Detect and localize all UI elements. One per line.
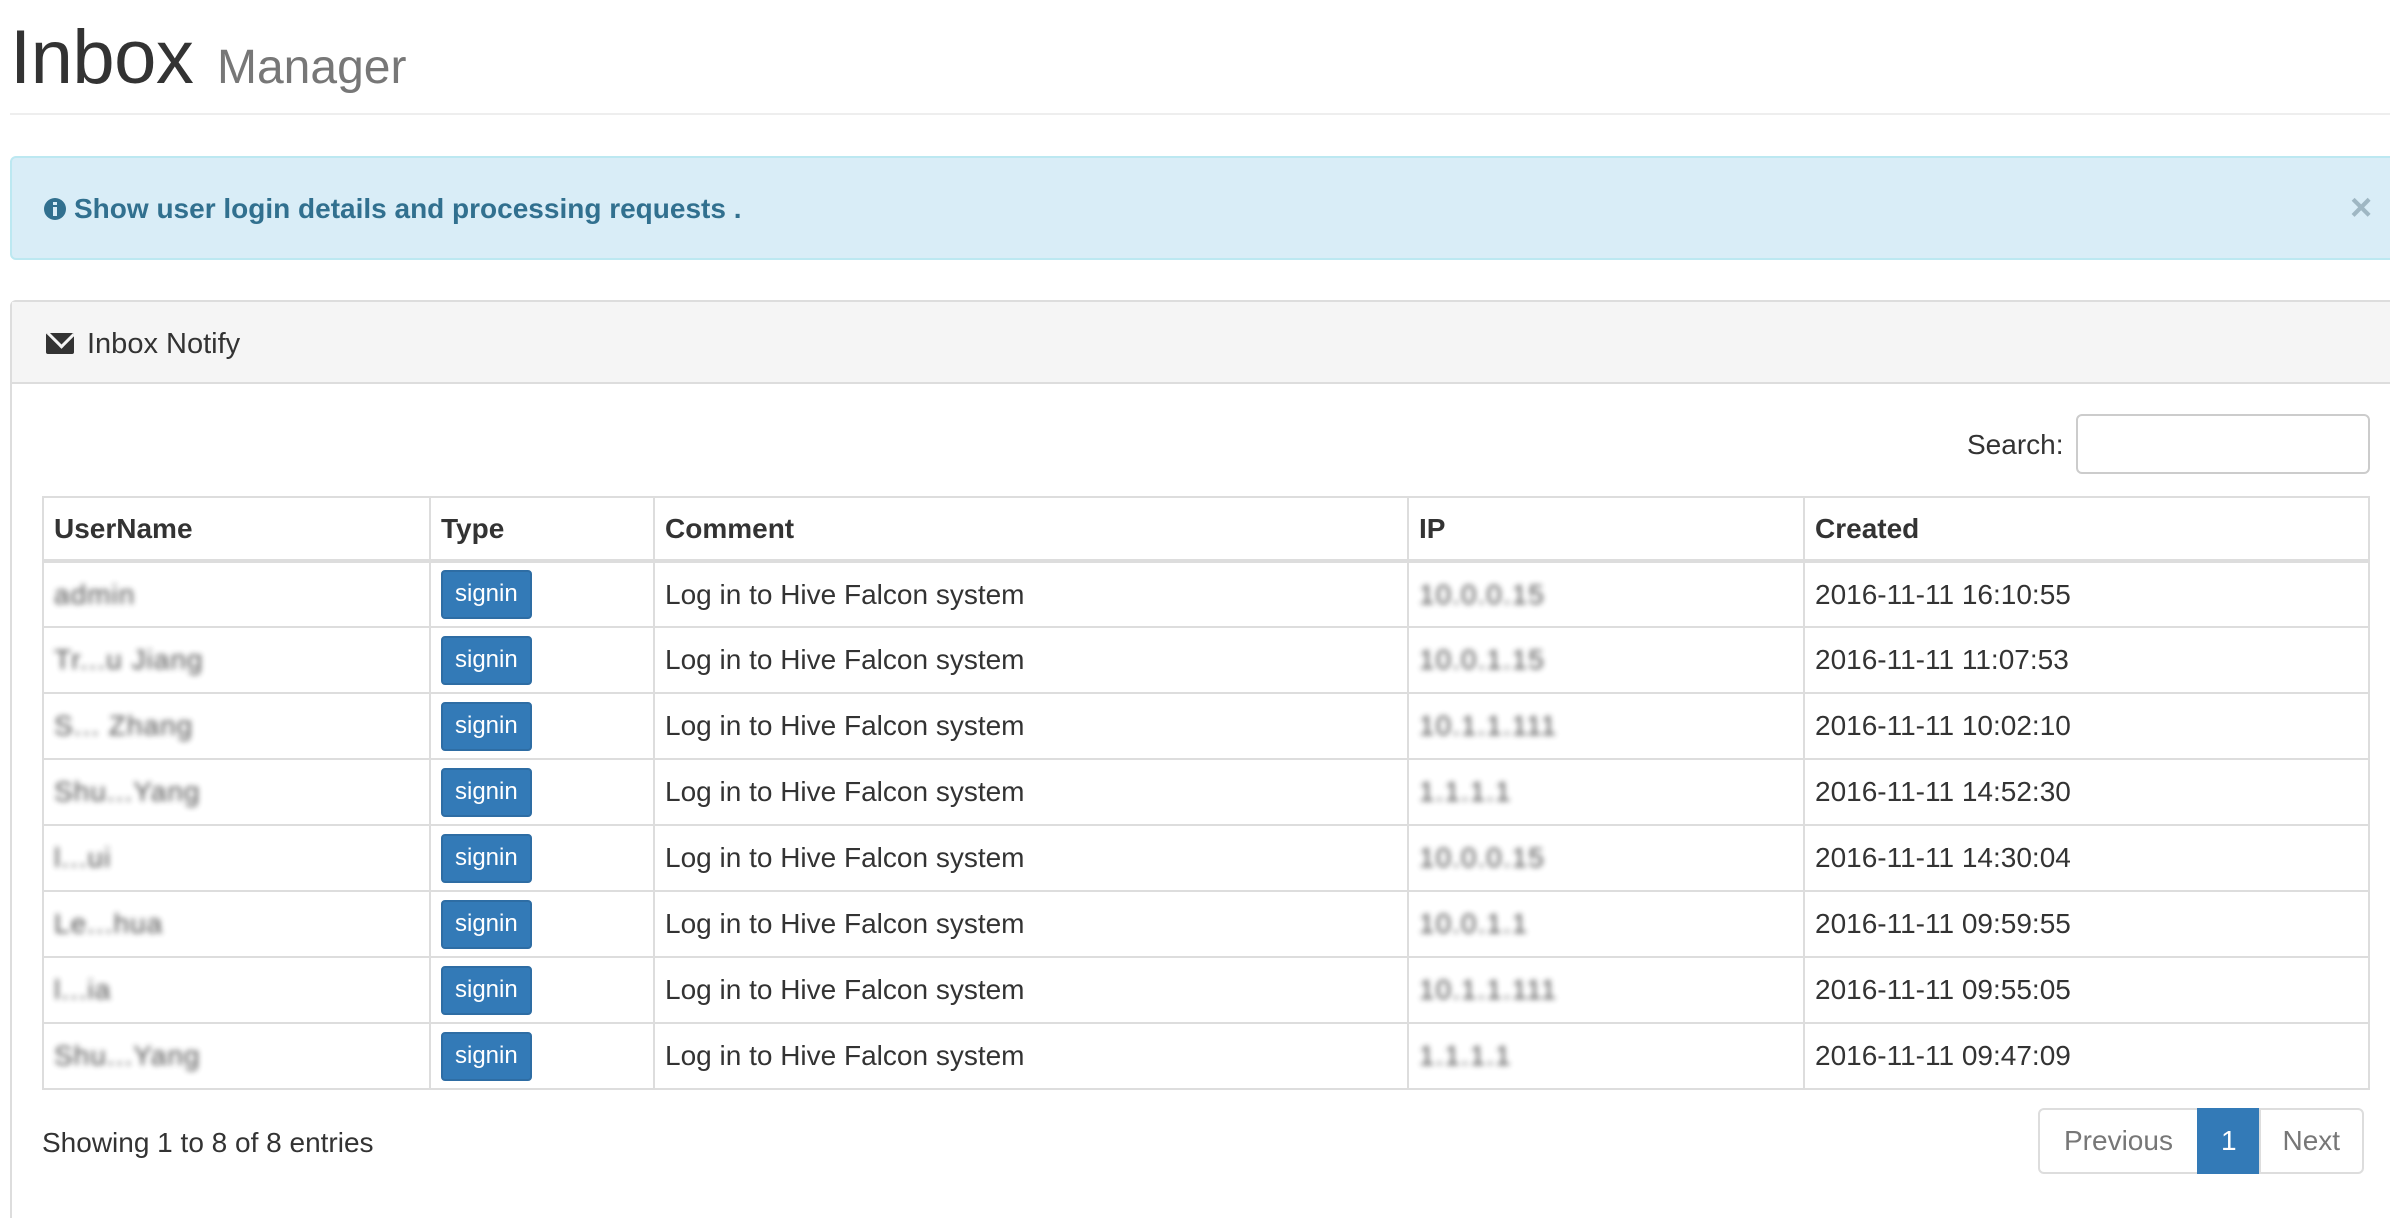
ip-value: 10.1.1.111 bbox=[1419, 710, 1558, 741]
cell-comment: Log in to Hive Falcon system bbox=[653, 692, 1409, 760]
cell-comment: Log in to Hive Falcon system bbox=[653, 824, 1409, 892]
cell-type: signin bbox=[429, 626, 655, 694]
next-page-button[interactable]: Next bbox=[2258, 1108, 2365, 1174]
page-header: Inbox Manager bbox=[10, 0, 2390, 115]
cell-created: 2016-11-11 10:02:10 bbox=[1803, 692, 2370, 760]
username-value: S... Zhang bbox=[54, 710, 194, 741]
cell-username: Shu...Yang bbox=[42, 1022, 431, 1090]
cell-ip: 10.0.1.1 bbox=[1407, 890, 1805, 958]
table-row: Shu...Yang signin Log in to Hive Falcon … bbox=[42, 1022, 2370, 1090]
type-badge: signin bbox=[441, 833, 532, 883]
column-header-username[interactable]: UserName bbox=[42, 496, 431, 563]
cell-ip: 10.0.1.15 bbox=[1407, 626, 1805, 694]
cell-ip: 10.1.1.111 bbox=[1407, 956, 1805, 1024]
cell-comment: Log in to Hive Falcon system bbox=[653, 890, 1409, 958]
table-row: Tr...u Jiang signin Log in to Hive Falco… bbox=[42, 626, 2370, 694]
table-info: Showing 1 to 8 of 8 entries bbox=[42, 1127, 374, 1158]
cell-username: l...ui bbox=[42, 824, 431, 892]
username-value: Le...hua bbox=[54, 908, 164, 939]
cell-created: 2016-11-11 14:52:30 bbox=[1803, 758, 2370, 826]
envelope-icon bbox=[46, 333, 74, 354]
cell-created: 2016-11-11 14:30:04 bbox=[1803, 824, 2370, 892]
table-row: Le...hua signin Log in to Hive Falcon sy… bbox=[42, 890, 2370, 958]
cell-comment: Log in to Hive Falcon system bbox=[653, 956, 1409, 1024]
cell-username: l...ia bbox=[42, 956, 431, 1024]
table-row: S... Zhang signin Log in to Hive Falcon … bbox=[42, 692, 2370, 760]
search-input[interactable] bbox=[2076, 414, 2370, 474]
type-badge: signin bbox=[441, 767, 532, 817]
column-header-created[interactable]: Created bbox=[1803, 496, 2370, 563]
cell-username: Shu...Yang bbox=[42, 758, 431, 826]
cell-comment: Log in to Hive Falcon system bbox=[653, 560, 1409, 628]
cell-comment: Log in to Hive Falcon system bbox=[653, 626, 1409, 694]
column-header-ip[interactable]: IP bbox=[1407, 496, 1805, 563]
page-title: Inbox bbox=[10, 15, 194, 100]
type-badge: signin bbox=[441, 1031, 532, 1081]
cell-created: 2016-11-11 09:59:55 bbox=[1803, 890, 2370, 958]
info-circle-icon bbox=[44, 198, 66, 220]
inbox-table: UserName Type Comment IP Created admin s… bbox=[42, 496, 2370, 1090]
cell-created: 2016-11-11 11:07:53 bbox=[1803, 626, 2370, 694]
cell-ip: 10.1.1.111 bbox=[1407, 692, 1805, 760]
username-value: l...ui bbox=[54, 842, 112, 873]
table-row: Shu...Yang signin Log in to Hive Falcon … bbox=[42, 758, 2370, 826]
panel-heading: Inbox Notify bbox=[12, 302, 2390, 384]
alert-message: Show user login details and processing r… bbox=[74, 193, 742, 224]
username-value: Shu...Yang bbox=[54, 776, 201, 807]
type-badge: signin bbox=[441, 965, 532, 1015]
page: Inbox Manager Show user login details an… bbox=[0, 0, 2390, 1218]
previous-page-button[interactable]: Previous bbox=[2038, 1108, 2199, 1174]
cell-created: 2016-11-11 09:55:05 bbox=[1803, 956, 2370, 1024]
cell-type: signin bbox=[429, 1022, 655, 1090]
cell-type: signin bbox=[429, 956, 655, 1024]
ip-value: 10.1.1.111 bbox=[1419, 974, 1558, 1005]
cell-type: signin bbox=[429, 824, 655, 892]
table-row: l...ui signin Log in to Hive Falcon syst… bbox=[42, 824, 2370, 892]
cell-username: admin bbox=[42, 560, 431, 628]
table-header-row: UserName Type Comment IP Created bbox=[42, 496, 2370, 563]
panel-title: Inbox Notify bbox=[87, 328, 241, 360]
column-header-type[interactable]: Type bbox=[429, 496, 655, 563]
info-alert: Show user login details and processing r… bbox=[10, 156, 2390, 260]
inbox-panel: Inbox Notify Search: UserName Type Comme… bbox=[10, 300, 2390, 1218]
ip-value: 1.1.1.1 bbox=[1419, 776, 1512, 807]
ip-value: 10.0.0.15 bbox=[1419, 578, 1545, 610]
cell-username: Tr...u Jiang bbox=[42, 626, 431, 694]
cell-ip: 10.0.0.15 bbox=[1407, 824, 1805, 892]
cell-created: 2016-11-11 16:10:55 bbox=[1803, 560, 2370, 628]
cell-created: 2016-11-11 09:47:09 bbox=[1803, 1022, 2370, 1090]
username-value: admin bbox=[54, 578, 136, 610]
table-row: l...ia signin Log in to Hive Falcon syst… bbox=[42, 956, 2370, 1024]
cell-type: signin bbox=[429, 692, 655, 760]
cell-ip: 1.1.1.1 bbox=[1407, 1022, 1805, 1090]
type-badge: signin bbox=[441, 635, 532, 685]
cell-type: signin bbox=[429, 758, 655, 826]
type-badge: signin bbox=[441, 701, 532, 751]
table-row: admin signin Log in to Hive Falcon syste… bbox=[42, 560, 2370, 628]
cell-ip: 10.0.0.15 bbox=[1407, 560, 1805, 628]
type-badge: signin bbox=[441, 899, 532, 949]
ip-value: 1.1.1.1 bbox=[1419, 1040, 1512, 1071]
cell-type: signin bbox=[429, 560, 655, 628]
cell-comment: Log in to Hive Falcon system bbox=[653, 758, 1409, 826]
search-label: Search: bbox=[1967, 429, 2064, 460]
ip-value: 10.0.1.15 bbox=[1419, 644, 1545, 675]
username-value: Shu...Yang bbox=[54, 1040, 201, 1071]
ip-value: 10.0.0.15 bbox=[1419, 842, 1545, 873]
cell-username: Le...hua bbox=[42, 890, 431, 958]
cell-comment: Log in to Hive Falcon system bbox=[653, 1022, 1409, 1090]
cell-ip: 1.1.1.1 bbox=[1407, 758, 1805, 826]
close-icon[interactable]: × bbox=[2350, 188, 2372, 228]
column-header-comment[interactable]: Comment bbox=[653, 496, 1409, 563]
page-subtitle: Manager bbox=[217, 41, 407, 94]
pagination: Previous 1 Next bbox=[2038, 1108, 2365, 1174]
cell-username: S... Zhang bbox=[42, 692, 431, 760]
username-value: Tr...u Jiang bbox=[54, 644, 204, 675]
page-1-button[interactable]: 1 bbox=[2196, 1108, 2261, 1174]
ip-value: 10.0.1.1 bbox=[1419, 908, 1529, 939]
type-badge: signin bbox=[441, 570, 532, 619]
cell-type: signin bbox=[429, 890, 655, 958]
username-value: l...ia bbox=[54, 974, 112, 1005]
